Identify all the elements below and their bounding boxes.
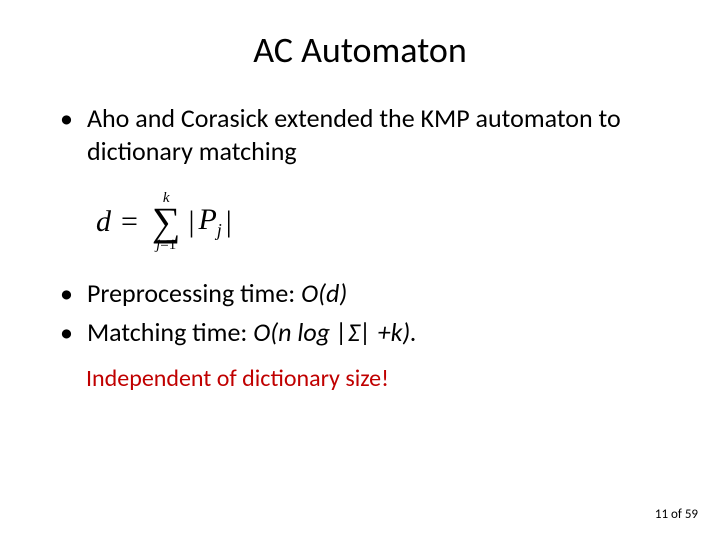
bullet-item: • Preprocessing time: O(d) [60, 277, 670, 310]
slide-body: • Aho and Corasick extended the KMP auto… [50, 102, 670, 393]
formula-P: Pj [198, 203, 221, 241]
bullet-dot: • [60, 277, 73, 310]
bullet-item: • Aho and Corasick extended the KMP auto… [60, 102, 670, 167]
sigma-icon: k ∑ j=1 [152, 191, 181, 253]
sigma-symbol: ∑ [152, 206, 181, 238]
bullet-text: Aho and Corasick extended the KMP automa… [87, 102, 670, 167]
bullet-dot: • [60, 102, 73, 135]
bullet-text: Matching time: O(n log |Σ| +k). [87, 316, 670, 349]
bullet-dot: • [60, 316, 73, 349]
highlight-note: Independent of dictionary size! [86, 364, 670, 393]
bullet-text: Preprocessing time: O(d) [87, 277, 670, 310]
bullet-item: • Matching time: O(n log |Σ| +k). [60, 316, 670, 349]
formula-lhs: d [96, 205, 111, 239]
formula: d = k ∑ j=1 | Pj | [96, 191, 236, 253]
page-number: 11 of 59 [655, 507, 698, 522]
abs-bar-right: | [226, 205, 232, 239]
sigma-lower: j=1 [156, 238, 176, 253]
formula-block: d = k ∑ j=1 | Pj | [96, 191, 670, 253]
slide: AC Automaton • Aho and Corasick extended… [0, 0, 720, 540]
slide-title: AC Automaton [50, 28, 670, 72]
formula-equals: = [121, 205, 138, 239]
abs-bar-left: | [188, 205, 194, 239]
